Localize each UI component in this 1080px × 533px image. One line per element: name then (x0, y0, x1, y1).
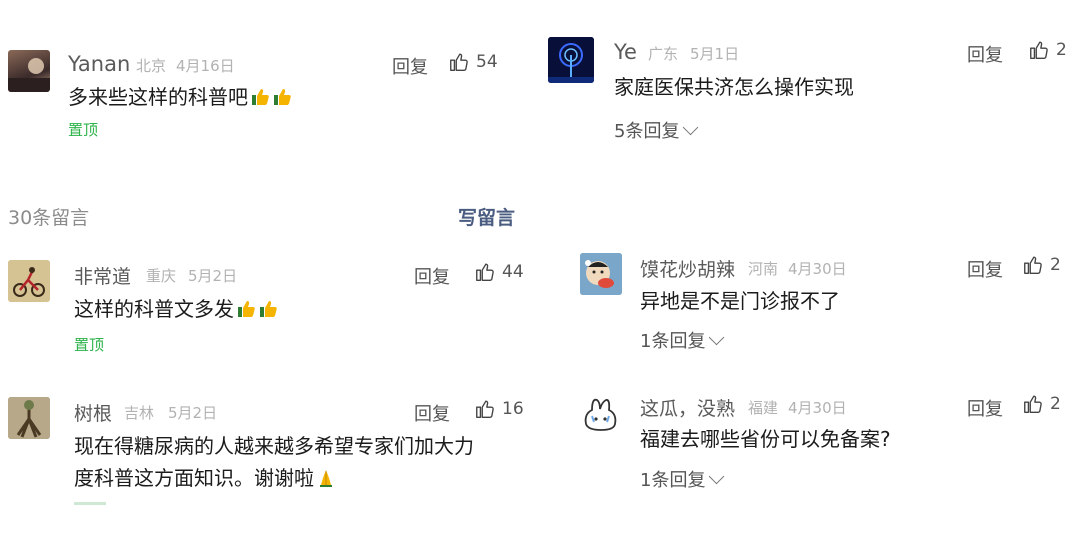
commenter-location: 福建 (748, 399, 779, 417)
avatar[interactable] (580, 253, 622, 295)
thumbs-up-icon (476, 263, 494, 281)
commenter-name[interactable]: Ye (614, 40, 637, 64)
replies-count: 1条回复 (640, 331, 706, 352)
avatar[interactable] (580, 392, 622, 434)
replies-count: 5条回复 (614, 121, 680, 142)
like-button[interactable]: 44 (474, 261, 524, 283)
like-button[interactable]: 16 (474, 398, 524, 420)
comment-text-line2: 度科普这方面知识。谢谢啦 (74, 461, 336, 495)
expand-replies-button[interactable]: 1条回复 (640, 327, 725, 353)
like-count: 2 (1050, 255, 1061, 275)
comment-date: 4月30日 (788, 399, 847, 417)
comment-text: 福建去哪些省份可以免备案? (640, 427, 891, 451)
like-count: 16 (502, 399, 524, 419)
divider (74, 502, 106, 505)
avatar-image (548, 37, 594, 83)
avatar[interactable] (548, 37, 594, 83)
chevron-down-icon (709, 468, 725, 485)
comment-text: 异地是不是门诊报不了 (640, 289, 840, 313)
avatar-image (8, 58, 50, 92)
thumbs-up-emoji (252, 89, 269, 105)
comment-text-line1: 现在得糖尿病的人越来越多希望专家们加大力 (74, 434, 474, 458)
comment-text: 多来些这样的科普吧 (68, 80, 292, 114)
thumbs-up-emoji (260, 301, 277, 317)
like-count: 2 (1050, 394, 1061, 414)
like-button[interactable]: 54 (448, 51, 498, 73)
like-count: 2 (1056, 40, 1067, 60)
reply-button[interactable]: 回复 (967, 256, 1003, 282)
expand-replies-button[interactable]: 1条回复 (640, 466, 725, 492)
comment-date: 5月1日 (690, 45, 740, 63)
reply-button[interactable]: 回复 (414, 400, 450, 426)
avatar[interactable] (8, 50, 50, 92)
commenter-location: 北京 (136, 57, 167, 75)
commenter-name[interactable]: 非常道 (74, 262, 131, 289)
like-button[interactable]: 2 (1022, 393, 1061, 415)
avatar-image (584, 398, 617, 431)
comment-date: 5月2日 (168, 404, 218, 422)
commenter-location: 吉林 (124, 404, 155, 422)
reply-button[interactable]: 回复 (967, 395, 1003, 421)
reply-button[interactable]: 回复 (414, 263, 450, 289)
commenter-name[interactable]: 这瓜，没熟 (640, 394, 735, 421)
commenter-location: 广东 (648, 45, 679, 63)
like-count: 54 (476, 52, 498, 72)
thumbs-up-icon (1024, 395, 1042, 413)
avatar[interactable] (8, 260, 50, 302)
avatar-image (8, 397, 50, 439)
replies-count: 1条回复 (640, 470, 706, 491)
thumbs-up-icon (1030, 41, 1048, 59)
thumbs-up-emoji (238, 301, 255, 317)
thumbs-up-icon (476, 400, 494, 418)
chevron-down-icon (683, 119, 699, 136)
praying-hands-emoji (320, 470, 332, 487)
like-button[interactable]: 2 (1022, 254, 1061, 276)
commenter-name[interactable]: Yanan (68, 52, 130, 76)
pinned-badge: 置顶 (68, 121, 99, 139)
chevron-down-icon (709, 329, 725, 346)
write-comment-link[interactable]: 写留言 (458, 203, 515, 230)
avatar-image (580, 253, 622, 295)
comment-text: 家庭医保共济怎么操作实现 (614, 75, 854, 99)
reply-button[interactable]: 回复 (967, 41, 1003, 67)
avatar-image (8, 260, 50, 302)
like-button[interactable]: 2 (1028, 39, 1067, 61)
comment-date: 4月30日 (788, 260, 847, 278)
reply-button[interactable]: 回复 (392, 53, 428, 79)
comment-date: 4月16日 (176, 57, 235, 75)
like-count: 44 (502, 262, 524, 282)
commenter-location: 河南 (748, 260, 779, 278)
thumbs-up-icon (450, 53, 468, 71)
pinned-badge: 置顶 (74, 336, 105, 354)
comment-count: 30条留言 (8, 207, 90, 229)
expand-replies-button[interactable]: 5条回复 (614, 117, 699, 143)
thumbs-up-emoji (274, 89, 291, 105)
commenter-name[interactable]: 馍花炒胡辣 (640, 255, 735, 282)
avatar[interactable] (8, 397, 50, 439)
thumbs-up-icon (1024, 256, 1042, 274)
comment-date: 5月2日 (188, 267, 238, 285)
commenter-name[interactable]: 树根 (74, 399, 112, 426)
comment-text: 这样的科普文多发 (74, 292, 278, 326)
commenter-location: 重庆 (146, 267, 177, 285)
